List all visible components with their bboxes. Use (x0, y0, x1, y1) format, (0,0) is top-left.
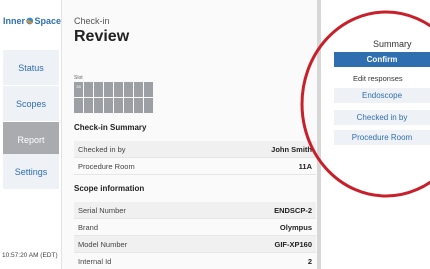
slot-cell (114, 82, 123, 97)
slot-grid: 28 (74, 82, 153, 113)
app-logo: Inner Space (3, 14, 61, 28)
page-title: Review (74, 28, 130, 45)
nav-settings-label: Settings (14, 166, 48, 177)
table-row: Model Number GIF-XP160 (74, 236, 316, 253)
row-key: Internal Id (78, 256, 112, 266)
slot-cell (124, 98, 133, 113)
slot-cell (94, 98, 103, 113)
row-key: Serial Number (78, 205, 126, 215)
edit-responses-label: Edit responses (353, 74, 403, 83)
review-panel: Check-in Review Slot 28 Check-in Summary… (62, 0, 321, 269)
slot-cell (94, 82, 103, 97)
table-row: Serial Number ENDSCP-2 (74, 202, 316, 219)
nav-status[interactable]: Status (3, 50, 59, 85)
row-value: John Smith (271, 144, 312, 154)
row-key: Procedure Room (78, 161, 135, 171)
row-key: Checked in by (78, 144, 126, 154)
edit-procedure-room-button[interactable]: Procedure Room (334, 130, 430, 145)
slot-cell (124, 82, 133, 97)
logo-text-inner: Inner (3, 16, 26, 26)
edit-checked-in-by-button[interactable]: Checked in by (334, 110, 430, 125)
scope-info-heading: Scope information (74, 184, 145, 193)
table-row: Procedure Room 11A (74, 158, 316, 175)
nav-scopes[interactable]: Scopes (3, 86, 59, 121)
row-value: ENDSCP-2 (274, 205, 312, 215)
nav-report-label: Report (17, 134, 45, 145)
row-value: Olympus (279, 222, 312, 232)
slot-cell (84, 98, 93, 113)
slot-label: Slot (74, 75, 83, 81)
confirm-button[interactable]: Confirm (334, 52, 430, 67)
logo-text-space: Space (34, 16, 61, 26)
row-value: 11A (298, 161, 312, 171)
sidebar: Inner Space Status Scopes Report Setting… (0, 0, 62, 269)
slot-cell: 28 (74, 82, 83, 97)
summary-title: Summary (373, 39, 412, 49)
slot-cell (144, 82, 153, 97)
nav-settings[interactable]: Settings (3, 154, 59, 189)
slot-cell (134, 82, 143, 97)
nav-report[interactable]: Report (3, 122, 59, 157)
slot-cell (144, 98, 153, 113)
row-key: Model Number (78, 239, 128, 249)
slot-cell (84, 82, 93, 97)
clock: 10:57:20 AM (EDT) (2, 252, 58, 259)
slot-cell (134, 98, 143, 113)
summary-panel: Summary Confirm Edit responses Endoscope… (321, 0, 430, 269)
page-eyebrow: Check-in (74, 16, 110, 26)
slot-cell (74, 98, 83, 113)
row-value: GIF-XP160 (274, 239, 312, 249)
table-row: Brand Olympus (74, 219, 316, 236)
slot-cell (104, 82, 113, 97)
slot-cell (104, 98, 113, 113)
checkin-summary-heading: Check-in Summary (74, 123, 147, 132)
nav-scopes-label: Scopes (15, 98, 47, 109)
nav-status-label: Status (18, 62, 44, 73)
row-key: Brand (78, 222, 99, 232)
table-row: Checked in by John Smith (74, 141, 316, 158)
row-value: 2 (307, 256, 312, 266)
edit-endoscope-button[interactable]: Endoscope (334, 88, 430, 103)
slot-cell (114, 98, 123, 113)
globe-icon (26, 17, 34, 25)
table-row: Internal Id 2 (74, 253, 316, 269)
